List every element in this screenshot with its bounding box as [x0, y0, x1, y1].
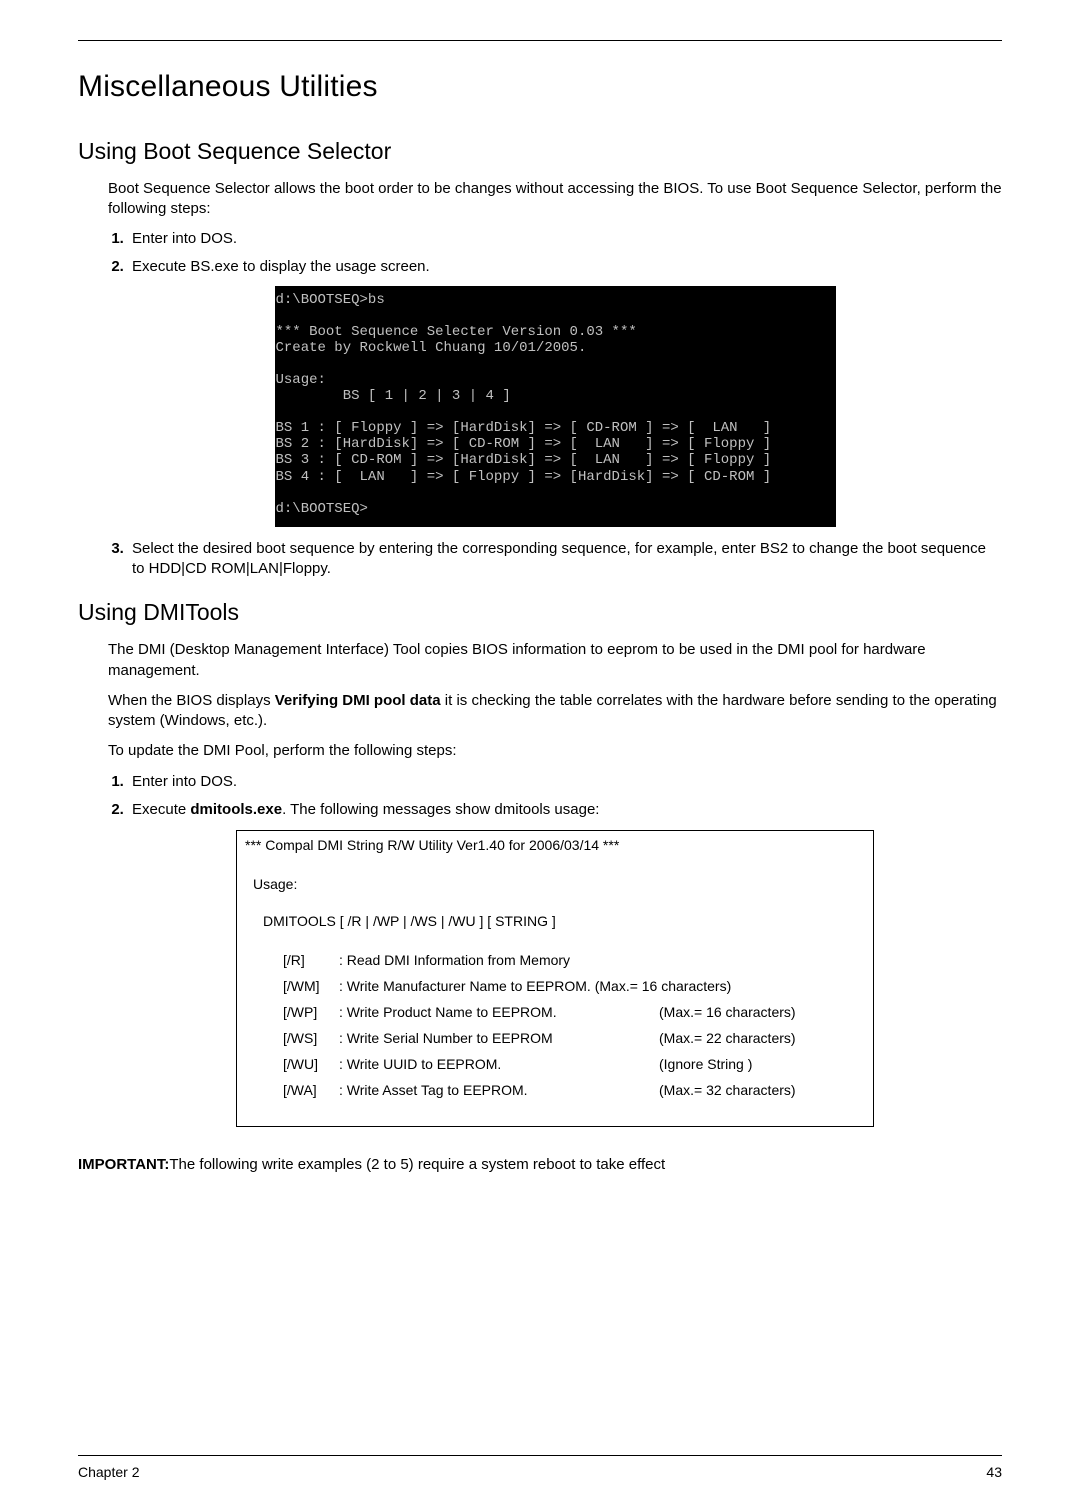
section1-body: Boot Sequence Selector allows the boot o…: [108, 179, 1002, 580]
s2a: Execute: [132, 801, 190, 818]
dmi-usage-box: *** Compal DMI String R/W Utility Ver1.4…: [236, 830, 874, 1127]
dmi-desc: : Write UUID to EEPROM.: [339, 1054, 659, 1075]
bottom-rule: [78, 1455, 1002, 1456]
dmi-desc: : Write Product Name to EEPROM.: [339, 1002, 659, 1023]
footer-right: 43: [986, 1463, 1002, 1482]
important-text: The following write examples (2 to 5) re…: [169, 1156, 665, 1173]
section1-steps: Enter into DOS. Execute BS.exe to displa…: [108, 229, 1002, 278]
important-note: IMPORTANT:The following write examples (…: [78, 1155, 1002, 1175]
dmi-row: [/WA] : Write Asset Tag to EEPROM. (Max.…: [283, 1080, 865, 1101]
section2-intro1: The DMI (Desktop Management Interface) T…: [108, 640, 1002, 681]
section2-heading: Using DMITools: [78, 597, 1002, 628]
dmi-max: (Max.= 32 characters): [659, 1080, 796, 1101]
dmi-row: [/WM] : Write Manufacturer Name to EEPRO…: [283, 976, 865, 997]
dmi-flag: [/R]: [283, 950, 339, 971]
section1-intro: Boot Sequence Selector allows the boot o…: [108, 179, 1002, 220]
s2b: . The following messages show dmitools u…: [282, 801, 599, 818]
dmi-row: [/WS] : Write Serial Number to EEPROM (M…: [283, 1028, 865, 1049]
dmi-flag: [/WS]: [283, 1028, 339, 1049]
dmi-desc: : Write Serial Number to EEPROM: [339, 1028, 659, 1049]
section1-steps-cont: Select the desired boot sequence by ente…: [108, 539, 1002, 580]
intro2bold: Verifying DMI pool data: [275, 692, 441, 709]
section2-intro2: When the BIOS displays Verifying DMI poo…: [108, 691, 1002, 732]
dmi-desc: : Write Manufacturer Name to EEPROM. (Ma…: [339, 976, 731, 997]
section1-heading: Using Boot Sequence Selector: [78, 136, 1002, 167]
dmi-header: *** Compal DMI String R/W Utility Ver1.4…: [245, 835, 865, 856]
top-rule: [78, 40, 1002, 41]
intro2a: When the BIOS displays: [108, 692, 275, 709]
section1-step1: Enter into DOS.: [128, 229, 1002, 249]
dmi-desc: : Read DMI Information from Memory: [339, 950, 659, 971]
s2bold: dmitools.exe: [190, 801, 282, 818]
dmi-flag: [/WM]: [283, 976, 339, 997]
dmi-max: (Max.= 16 characters): [659, 1002, 796, 1023]
dmi-row: [/R] : Read DMI Information from Memory: [283, 950, 865, 971]
section1-step3: Select the desired boot sequence by ente…: [128, 539, 1002, 580]
dmi-max: (Ignore String ): [659, 1054, 752, 1075]
section2-body: The DMI (Desktop Management Interface) T…: [108, 640, 1002, 1127]
dmi-usage-label: Usage:: [253, 874, 865, 895]
dmi-row: [/WU] : Write UUID to EEPROM. (Ignore St…: [283, 1054, 865, 1075]
dmi-flag: [/WU]: [283, 1054, 339, 1075]
dmi-max: (Max.= 22 characters): [659, 1028, 796, 1049]
section2-step2: Execute dmitools.exe. The following mess…: [128, 800, 1002, 820]
footer-left: Chapter 2: [78, 1463, 139, 1482]
section2-steps: Enter into DOS. Execute dmitools.exe. Th…: [108, 772, 1002, 821]
dmi-cmd: DMITOOLS [ /R | /WP | /WS | /WU ] [ STRI…: [263, 911, 865, 932]
section2-step1: Enter into DOS.: [128, 772, 1002, 792]
dmi-flag: [/WA]: [283, 1080, 339, 1101]
page: Miscellaneous Utilities Using Boot Seque…: [0, 0, 1080, 1512]
section1-step2: Execute BS.exe to display the usage scre…: [128, 257, 1002, 277]
section2-intro3: To update the DMI Pool, perform the foll…: [108, 741, 1002, 761]
page-title: Miscellaneous Utilities: [78, 67, 1002, 108]
dmi-row: [/WP] : Write Product Name to EEPROM. (M…: [283, 1002, 865, 1023]
important-label: IMPORTANT:: [78, 1156, 169, 1173]
dmi-flag: [/WP]: [283, 1002, 339, 1023]
dmi-desc: : Write Asset Tag to EEPROM.: [339, 1080, 659, 1101]
dos-screenshot: d:\BOOTSEQ>bs *** Boot Sequence Selecter…: [275, 286, 836, 527]
footer: Chapter 2 43: [78, 1463, 1002, 1482]
